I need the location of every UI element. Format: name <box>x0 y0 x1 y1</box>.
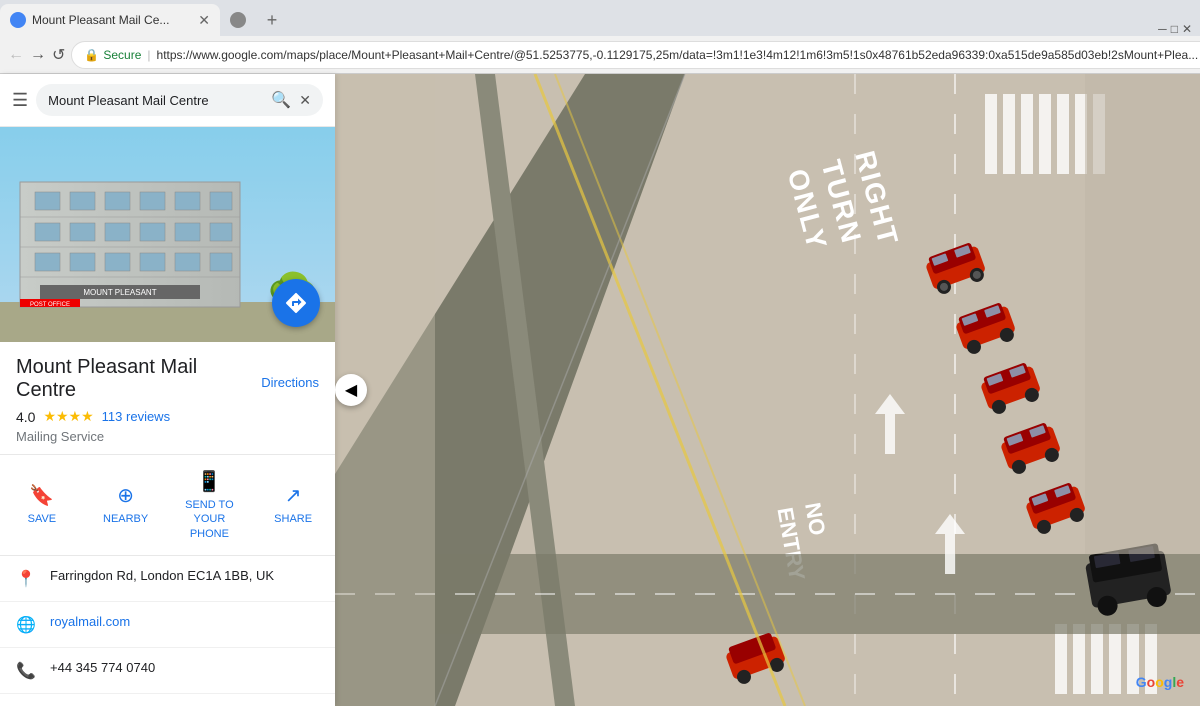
nearby-icon: ⊕ <box>117 483 134 508</box>
collapse-sidebar-button[interactable]: ◀ <box>335 374 367 406</box>
place-type: Mailing Service <box>16 429 319 444</box>
sidebar-menu-icon[interactable]: ☰ <box>12 90 28 111</box>
forward-button[interactable]: → <box>30 41 46 69</box>
info-section: 📍 Farringdon Rd, London EC1A 1BB, UK 🌐 r… <box>0 556 335 706</box>
stars: ★★★★ <box>43 408 93 425</box>
save-icon: 🔖 <box>29 483 54 508</box>
save-label: SAVE <box>28 512 57 526</box>
browser-chrome: Mount Pleasant Mail Ce... ✕ + ─ □ ✕ ← → … <box>0 0 1200 74</box>
location-pin-icon: 📍 <box>16 569 36 589</box>
map-area: RIGHT TURN ONLY NO ENTRY <box>335 74 1200 706</box>
url-text: https://www.google.com/maps/place/Mount+… <box>157 48 1199 62</box>
sidebar-search-clear-icon[interactable]: ✕ <box>299 92 311 109</box>
directions-row: Mount Pleasant Mail Centre Directions <box>16 356 319 408</box>
svg-text:POST OFFICE: POST OFFICE <box>30 302 70 308</box>
tab-bar: Mount Pleasant Mail Ce... ✕ + ─ □ ✕ <box>0 0 1200 36</box>
sidebar-search-icon[interactable]: 🔍 <box>271 90 291 110</box>
inactive-tab-favicon <box>230 12 246 28</box>
share-label: SHARE <box>274 512 312 526</box>
share-button[interactable]: ↗ SHARE <box>251 455 335 555</box>
active-tab[interactable]: Mount Pleasant Mail Ce... ✕ <box>0 4 220 36</box>
secure-text: Secure <box>103 48 141 62</box>
send-to-phone-icon: 📱 <box>197 469 222 494</box>
sidebar-search-container[interactable]: Mount Pleasant Mail Centre 🔍 ✕ <box>36 84 323 116</box>
place-photo: MOUNT PLEASANT 🌳 POST OFFICE <box>0 127 335 342</box>
reload-button[interactable]: ↺ <box>52 41 65 69</box>
phone-text: +44 345 774 0740 <box>50 660 319 675</box>
aerial-map-svg: RIGHT TURN ONLY NO ENTRY <box>335 74 1200 706</box>
save-button[interactable]: 🔖 SAVE <box>0 455 84 555</box>
inactive-tab[interactable] <box>220 4 256 36</box>
nearby-label: NEARBY <box>103 512 148 526</box>
sidebar: ☰ Mount Pleasant Mail Centre 🔍 ✕ <box>0 74 335 706</box>
secure-badge: 🔒 Secure <box>84 48 141 62</box>
address-bar[interactable]: 🔒 Secure | https://www.google.com/maps/p… <box>71 41 1200 69</box>
collapse-icon: ◀ <box>345 380 357 400</box>
nearby-button[interactable]: ⊕ NEARBY <box>84 455 168 555</box>
tab-title: Mount Pleasant Mail Ce... <box>32 13 192 27</box>
review-count-link[interactable]: 113 reviews <box>102 409 170 424</box>
close-window-button[interactable]: ✕ <box>1182 22 1192 36</box>
sidebar-header: Mount Pleasant Mail Centre Directions 4.… <box>0 342 335 455</box>
send-to-phone-button[interactable]: 📱 SEND TO YOUR PHONE <box>168 455 252 555</box>
google-logo: Google <box>1136 674 1184 690</box>
send-to-phone-label: SEND TO YOUR PHONE <box>176 498 244 541</box>
sidebar-search-bar: ☰ Mount Pleasant Mail Centre 🔍 ✕ <box>0 74 335 127</box>
content-area: ☰ Mount Pleasant Mail Centre 🔍 ✕ <box>0 74 1200 706</box>
address-row: 📍 Farringdon Rd, London EC1A 1BB, UK <box>0 556 335 602</box>
phone-icon: 📞 <box>16 661 36 681</box>
new-tab-button[interactable]: + <box>256 4 288 36</box>
window-controls: ─ □ ✕ <box>1158 22 1200 36</box>
directions-icon <box>284 291 308 315</box>
directions-text-label[interactable]: Directions <box>261 375 319 390</box>
website-link[interactable]: royalmail.com <box>50 614 319 629</box>
minimize-button[interactable]: ─ <box>1158 22 1167 36</box>
back-button[interactable]: ← <box>8 41 24 69</box>
phone-row: 📞 +44 345 774 0740 <box>0 648 335 694</box>
maximize-button[interactable]: □ <box>1171 22 1178 36</box>
website-row: 🌐 royalmail.com <box>0 602 335 648</box>
rating-number: 4.0 <box>16 409 35 425</box>
rating-row: 4.0 ★★★★ 113 reviews <box>16 408 319 425</box>
lock-icon: 🔒 <box>84 48 99 62</box>
globe-icon: 🌐 <box>16 615 36 635</box>
share-icon: ↗ <box>285 483 302 508</box>
tab-close-button[interactable]: ✕ <box>198 13 210 27</box>
svg-text:MOUNT PLEASANT: MOUNT PLEASANT <box>83 288 156 297</box>
hours-row: 🕐 Closed. Opens at 9:00 AM ▾ <box>0 694 335 706</box>
separator: | <box>147 48 150 62</box>
nav-bar: ← → ↺ 🔒 Secure | https://www.google.com/… <box>0 36 1200 74</box>
sidebar-search-text: Mount Pleasant Mail Centre <box>48 93 271 108</box>
directions-fab-button[interactable] <box>272 279 320 327</box>
address-text: Farringdon Rd, London EC1A 1BB, UK <box>50 568 319 583</box>
tab-favicon <box>10 12 26 28</box>
place-name: Mount Pleasant Mail Centre <box>16 356 261 402</box>
action-row: 🔖 SAVE ⊕ NEARBY 📱 SEND TO YOUR PHONE ↗ S… <box>0 455 335 556</box>
